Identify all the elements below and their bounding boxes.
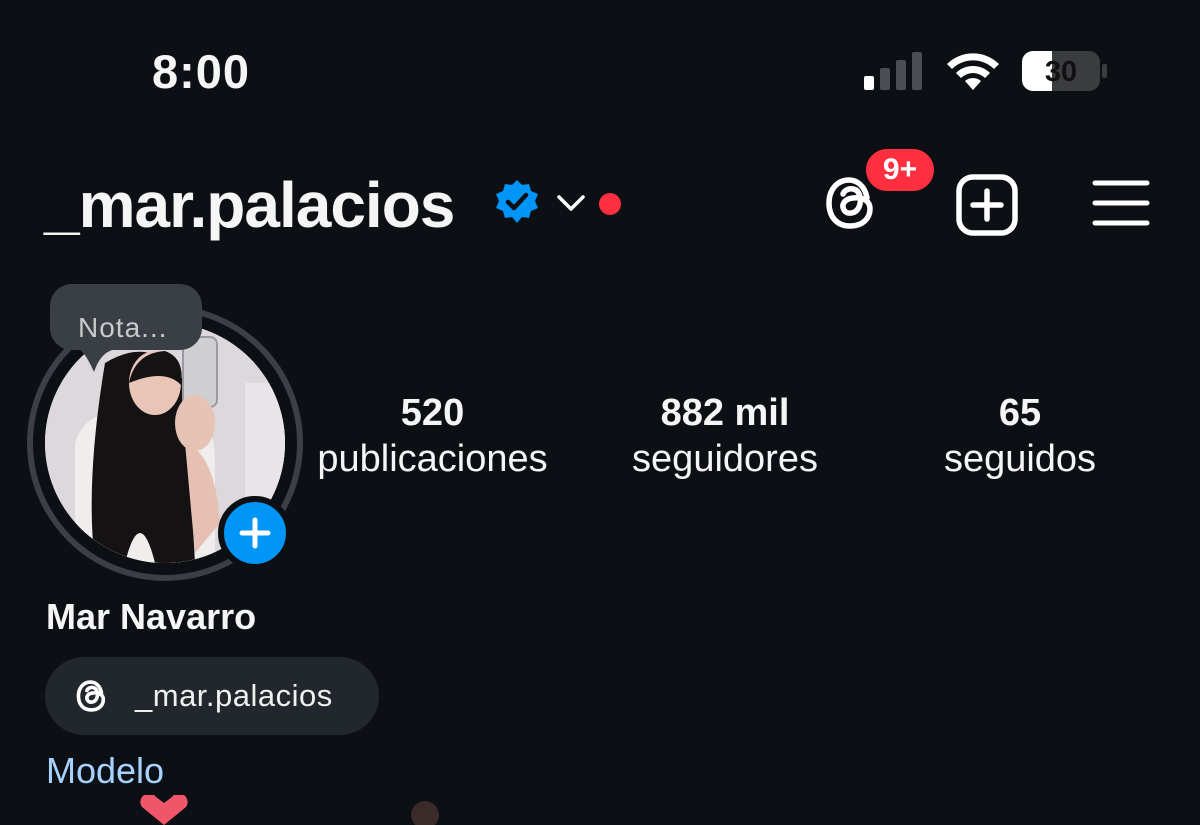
battery-icon: 30 xyxy=(1022,51,1107,91)
account-notification-dot xyxy=(599,193,621,215)
battery-level: 30 xyxy=(1045,56,1077,88)
threads-icon xyxy=(76,680,106,712)
stat-followers-value: 882 mil xyxy=(660,392,790,434)
verified-icon xyxy=(496,180,538,223)
threads-notification-badge: 9+ xyxy=(862,145,938,195)
stat-following-label: seguidos xyxy=(943,438,1097,480)
add-story-icon xyxy=(239,517,271,549)
chevron-down-icon[interactable] xyxy=(555,190,587,216)
stat-posts[interactable]: 520 publicaciones xyxy=(300,392,565,484)
menu-icon[interactable] xyxy=(1092,178,1150,228)
profile-category: Modelo xyxy=(46,750,165,791)
stat-following[interactable]: 65 seguidos xyxy=(900,392,1140,484)
status-time: 8:00 xyxy=(152,45,251,98)
add-story-button[interactable] xyxy=(218,496,292,570)
wifi-icon xyxy=(947,53,999,90)
signal-icon xyxy=(864,52,922,90)
note-placeholder: Nota... xyxy=(78,312,168,343)
stat-following-value: 65 xyxy=(998,392,1042,434)
stat-followers-label: seguidores xyxy=(632,438,818,480)
heart-emoji-icon xyxy=(140,795,188,825)
stat-followers[interactable]: 882 mil seguidores xyxy=(600,392,850,484)
stat-posts-value: 520 xyxy=(400,392,465,434)
add-post-icon[interactable] xyxy=(955,173,1019,237)
threads-profile-link[interactable]: _mar.palacios xyxy=(45,657,379,735)
emoji-icon xyxy=(411,801,439,825)
profile-full-name: Mar Navarro xyxy=(46,596,257,637)
stat-posts-label: publicaciones xyxy=(317,438,548,480)
username-switcher[interactable]: _mar.palacios xyxy=(44,166,455,244)
threads-handle: _mar.palacios xyxy=(135,678,333,713)
